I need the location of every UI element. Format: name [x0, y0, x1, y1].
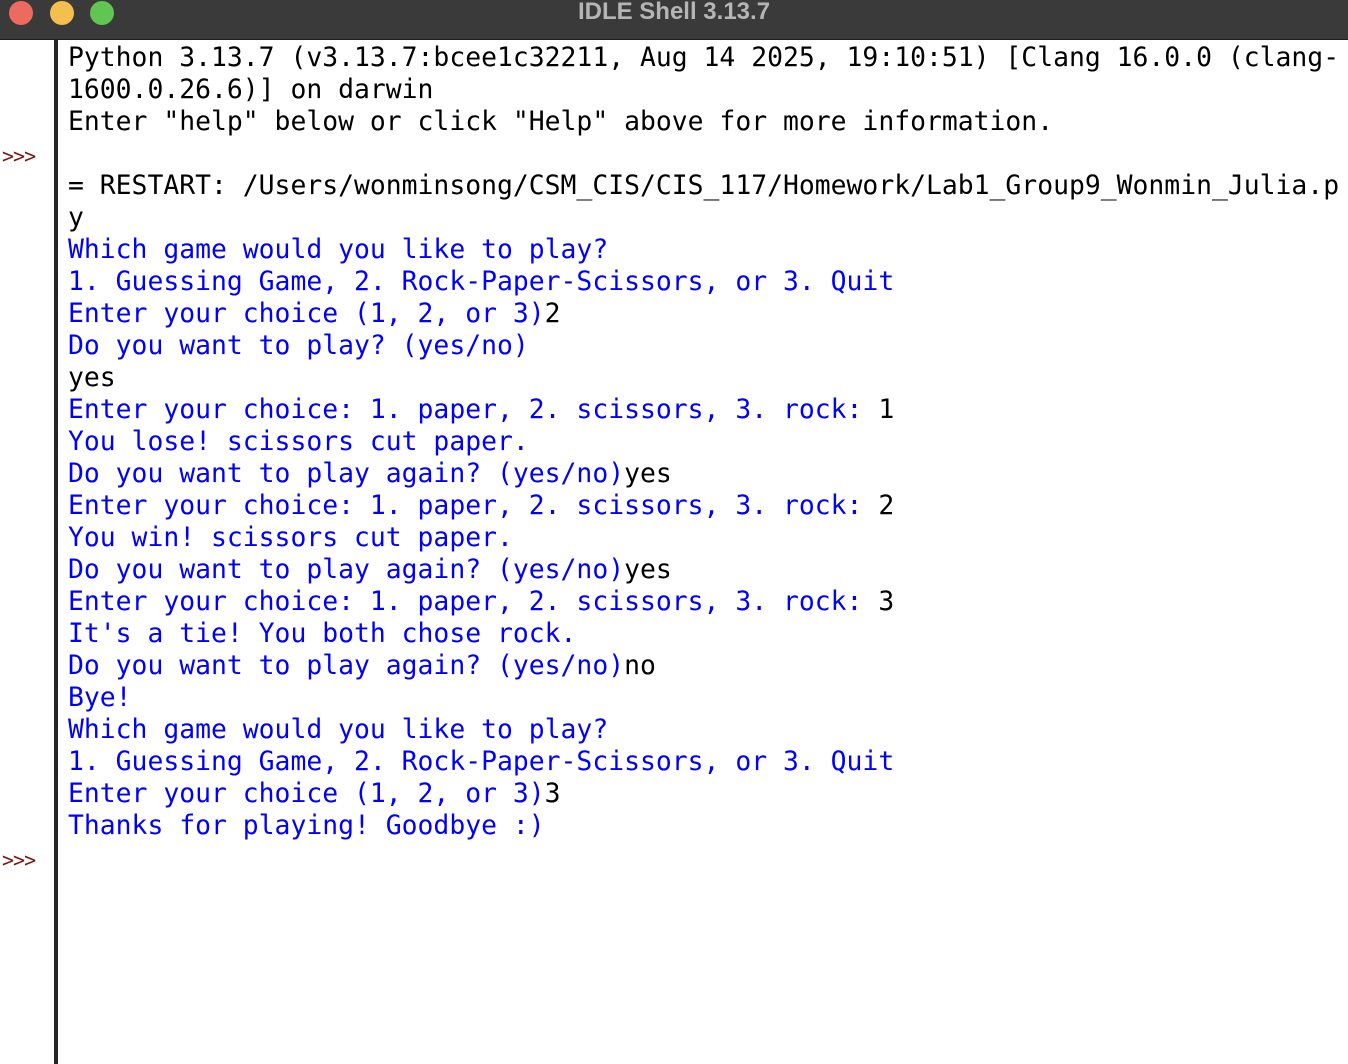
shell-line: Bye! — [68, 682, 1348, 714]
user-input-text: yes — [624, 458, 672, 489]
program-output-text: Which game would you like to play? — [68, 234, 609, 265]
program-output-text: Enter your choice (1, 2, or 3) — [68, 778, 545, 809]
shell-line: Enter your choice: 1. paper, 2. scissors… — [68, 586, 1348, 618]
shell-text: = RESTART: /Users/wonminsong/CSM_CIS/CIS… — [68, 170, 1340, 201]
shell-line: yes — [68, 362, 1348, 394]
title-bar[interactable]: IDLE Shell 3.13.7 — [0, 0, 1348, 40]
shell-text-area[interactable]: Python 3.13.7 (v3.13.7:bcee1c32211, Aug … — [68, 42, 1348, 874]
shell-text: 1600.0.26.6)] on darwin — [68, 74, 434, 105]
shell-line: Which game would you like to play? — [68, 714, 1348, 746]
user-input-text: 3 — [878, 586, 895, 617]
program-output-text: Do you want to play again? (yes/no) — [68, 650, 625, 681]
shell-line: Do you want to play again? (yes/no)yes — [68, 554, 1348, 586]
gutter-divider — [54, 40, 58, 1064]
program-output-text: Enter your choice (1, 2, or 3) — [68, 298, 545, 329]
program-output-text: Enter your choice: 1. paper, 2. scissors… — [68, 490, 879, 521]
program-output-text: You win! scissors cut paper. — [68, 522, 513, 553]
program-output-text: 1. Guessing Game, 2. Rock-Paper-Scissors… — [68, 266, 895, 297]
shell-line: Do you want to play? (yes/no) — [68, 330, 1348, 362]
window-title: IDLE Shell 3.13.7 — [577, 0, 771, 25]
user-input-text: 2 — [878, 490, 895, 521]
user-input-text: yes — [68, 362, 116, 393]
shell-line: Enter your choice: 1. paper, 2. scissors… — [68, 394, 1348, 426]
user-input-text: yes — [624, 554, 672, 585]
shell-text: Python 3.13.7 (v3.13.7:bcee1c32211, Aug … — [68, 42, 1340, 73]
user-input-text: 1 — [878, 394, 895, 425]
shell-line: 1. Guessing Game, 2. Rock-Paper-Scissors… — [68, 746, 1348, 778]
shell-line: y — [68, 202, 1348, 234]
program-output-text: Bye! — [68, 682, 132, 713]
program-output-text: Enter your choice: 1. paper, 2. scissors… — [68, 586, 879, 617]
program-output-text: Enter your choice: 1. paper, 2. scissors… — [68, 394, 879, 425]
user-input-text: no — [624, 650, 656, 681]
shell-line: Do you want to play again? (yes/no)yes — [68, 458, 1348, 490]
shell-prompt: >>> — [2, 848, 36, 872]
program-output-text: You lose! scissors cut paper. — [68, 426, 529, 457]
program-output-text: Do you want to play again? (yes/no) — [68, 554, 625, 585]
shell-line: Do you want to play again? (yes/no)no — [68, 650, 1348, 682]
program-output-text: Do you want to play again? (yes/no) — [68, 458, 625, 489]
user-input-text: 3 — [544, 778, 561, 809]
shell-line: Python 3.13.7 (v3.13.7:bcee1c32211, Aug … — [68, 42, 1348, 74]
shell-line: Which game would you like to play? — [68, 234, 1348, 266]
shell-line: Enter your choice: 1. paper, 2. scissors… — [68, 490, 1348, 522]
program-output-text: It's a tie! You both chose rock. — [68, 618, 577, 649]
program-output-text: 1. Guessing Game, 2. Rock-Paper-Scissors… — [68, 746, 895, 777]
shell-text: y — [68, 202, 84, 233]
shell-text: Enter "help" below or click "Help" above… — [68, 106, 1054, 137]
shell-line: 1600.0.26.6)] on darwin — [68, 74, 1348, 106]
program-output-text: Which game would you like to play? — [68, 714, 609, 745]
shell-line: Enter your choice (1, 2, or 3)2 — [68, 298, 1348, 330]
user-input-text: 2 — [544, 298, 561, 329]
shell-line: 1. Guessing Game, 2. Rock-Paper-Scissors… — [68, 266, 1348, 298]
idle-shell-window: IDLE Shell 3.13.7 >>> >>> Python 3.13.7 … — [0, 0, 1348, 1064]
shell-line: You win! scissors cut paper. — [68, 522, 1348, 554]
program-output-text: Thanks for playing! Goodbye :) — [68, 810, 545, 841]
shell-line: = RESTART: /Users/wonminsong/CSM_CIS/CIS… — [68, 170, 1348, 202]
shell-prompt: >>> — [2, 144, 36, 168]
shell-line: You lose! scissors cut paper. — [68, 426, 1348, 458]
shell-line: Enter "help" below or click "Help" above… — [68, 106, 1348, 138]
program-output-text: Do you want to play? (yes/no) — [68, 330, 529, 361]
shell-line: It's a tie! You both chose rock. — [68, 618, 1348, 650]
prompt-gutter: >>> >>> — [0, 40, 54, 1064]
shell-line: Enter your choice (1, 2, or 3)3 — [68, 778, 1348, 810]
shell-line: Thanks for playing! Goodbye :) — [68, 810, 1348, 842]
